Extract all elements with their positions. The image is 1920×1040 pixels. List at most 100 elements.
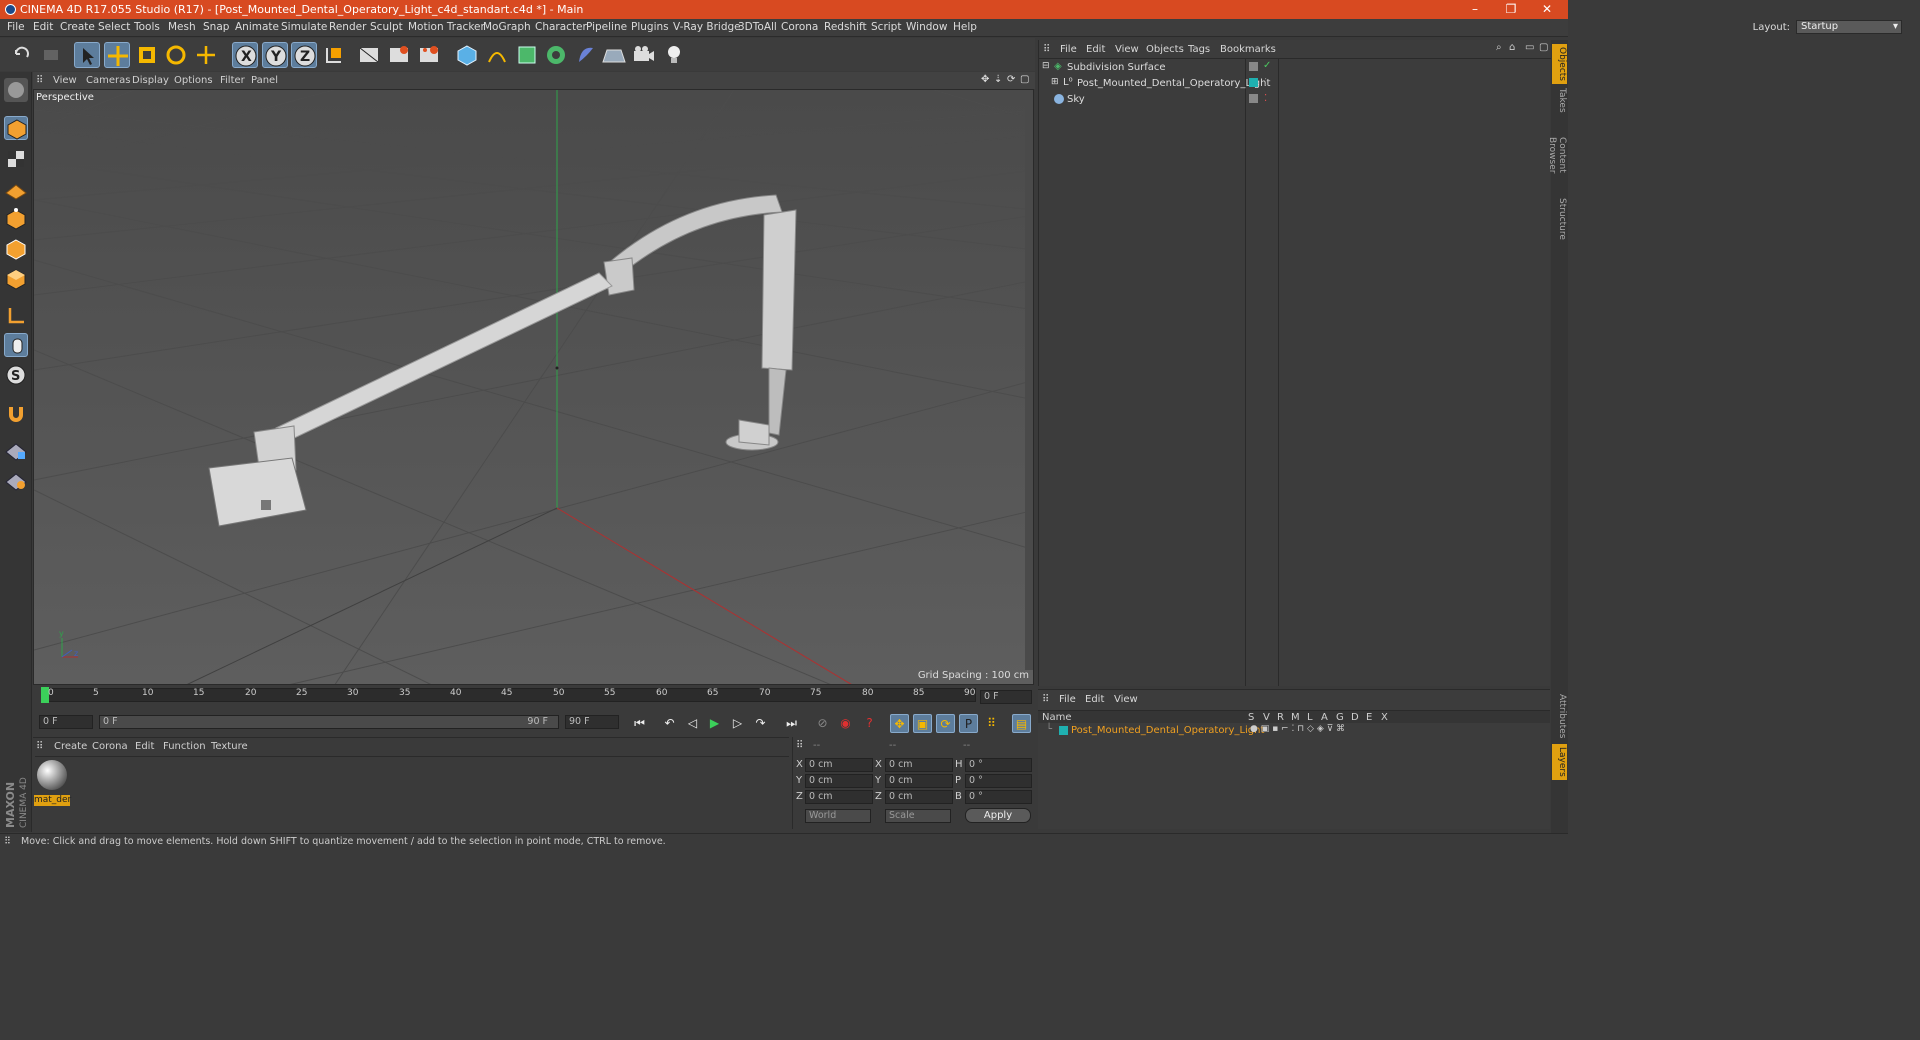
previous-frame-icon[interactable]: ◁ — [683, 714, 702, 733]
key-scale-icon[interactable]: ▣ — [913, 714, 932, 733]
render-settings-icon[interactable] — [416, 42, 442, 68]
light-icon[interactable] — [661, 42, 687, 68]
menu-character[interactable]: Character — [535, 21, 587, 33]
rotation-b-field[interactable]: 0 ° — [965, 790, 1032, 804]
key-parameter-icon[interactable]: P — [959, 714, 978, 733]
viewport-perspective[interactable]: yz Perspective Grid Spacing : 100 cm — [33, 89, 1034, 685]
material-swatch[interactable]: mat_der — [34, 758, 71, 806]
menu-tools[interactable]: Tools — [134, 21, 160, 33]
rotation-h-field[interactable]: 0 ° — [965, 758, 1032, 772]
column-header[interactable]: S — [1248, 712, 1254, 723]
rotate-icon[interactable] — [163, 42, 189, 68]
transform-icon[interactable] — [193, 42, 219, 68]
selection-arrow-icon[interactable] — [74, 42, 100, 68]
visibility-dots-icon[interactable]: ⁚ — [1264, 93, 1267, 104]
menu-vray-bridge[interactable]: V-Ray Bridge — [673, 21, 741, 33]
tab-content-browser[interactable]: Content Browser — [1547, 118, 1567, 192]
menu-select[interactable]: Select — [98, 21, 130, 33]
layer-menu-edit[interactable]: Edit — [1085, 694, 1104, 705]
scale-icon[interactable] — [134, 42, 160, 68]
tab-takes[interactable]: Takes — [1552, 86, 1567, 114]
collapse-icon[interactable]: ⊟ — [1042, 61, 1050, 71]
column-header[interactable]: E — [1366, 712, 1372, 723]
tweak-icon[interactable] — [4, 333, 28, 357]
coordinate-mode-select[interactable]: World — [805, 809, 871, 823]
home-icon[interactable]: ⌂ — [1509, 42, 1515, 53]
undo-icon[interactable] — [8, 42, 34, 68]
column-header[interactable]: G — [1336, 712, 1344, 723]
apply-button[interactable]: Apply — [965, 808, 1031, 823]
viewport-rotate-icon[interactable]: ⟳ — [1007, 74, 1015, 85]
menu-file[interactable]: File — [7, 21, 25, 33]
axis-icon[interactable] — [4, 304, 28, 328]
previous-key-icon[interactable]: ↶ — [660, 714, 679, 733]
menu-sculpt[interactable]: Sculpt — [370, 21, 403, 33]
vp-menu-cameras[interactable]: Cameras — [86, 75, 130, 86]
layer-menu-file[interactable]: File — [1059, 694, 1076, 705]
tab-structure[interactable]: Structure — [1552, 196, 1567, 242]
timeline-ruler[interactable]: 0 5 10 15 20 25 30 35 40 45 50 55 60 65 … — [33, 686, 1035, 712]
array-icon[interactable] — [543, 42, 569, 68]
column-header[interactable]: D — [1351, 712, 1359, 723]
menu-mograph[interactable]: MoGraph — [483, 21, 531, 33]
model-mode-icon[interactable] — [4, 116, 28, 140]
mat-menu-corona[interactable]: Corona — [92, 741, 128, 752]
menu-pipeline[interactable]: Pipeline — [586, 21, 627, 33]
obj-menu-tags[interactable]: Tags — [1188, 44, 1210, 55]
z-axis-icon[interactable]: Z — [291, 42, 317, 68]
enabled-check-icon[interactable]: ✓ — [1263, 60, 1271, 71]
layout-select[interactable]: Startup ▾ — [1796, 20, 1902, 34]
mat-menu-create[interactable]: Create — [54, 741, 87, 752]
minimize-icon[interactable]: – — [1458, 0, 1492, 19]
layer-tag-icon[interactable] — [1249, 94, 1258, 103]
go-to-start-icon[interactable]: ⏮ — [630, 714, 649, 733]
record-keys-icon[interactable]: ⊘ — [813, 714, 832, 733]
vp-menu-view[interactable]: View — [53, 75, 77, 86]
menu-script[interactable]: Script — [871, 21, 901, 33]
polygons-mode-icon[interactable] — [4, 267, 28, 291]
position-z-field[interactable]: 0 cm — [805, 790, 873, 804]
size-z-field[interactable]: 0 cm — [885, 790, 953, 804]
object-row-sky[interactable]: Sky ⁚ — [1039, 92, 1551, 108]
menu-mesh[interactable]: Mesh — [168, 21, 196, 33]
mat-menu-edit[interactable]: Edit — [135, 741, 154, 752]
y-axis-icon[interactable]: Y — [262, 42, 288, 68]
close-icon[interactable]: ✕ — [1530, 0, 1564, 19]
viewport-zoom-icon[interactable]: ⇣ — [994, 74, 1002, 85]
column-header[interactable]: X — [1381, 712, 1388, 723]
pen-spline-icon[interactable] — [484, 42, 510, 68]
position-x-field[interactable]: 0 cm — [805, 758, 873, 772]
restore-icon[interactable]: ❐ — [1494, 0, 1528, 19]
end-frame-field[interactable]: 90 F — [565, 715, 619, 729]
x-axis-icon[interactable]: X — [232, 42, 258, 68]
layer-row[interactable]: └ Post_Mounted_Dental_Operatory_Light ● … — [1038, 723, 1550, 739]
frame-range-slider[interactable]: 0 F 90 F — [99, 715, 559, 729]
play-icon[interactable]: ▶ — [705, 714, 724, 733]
column-header[interactable]: L — [1307, 712, 1313, 723]
obj-menu-objects[interactable]: Objects — [1146, 44, 1184, 55]
menu-plugins[interactable]: Plugins — [631, 21, 669, 33]
texture-mode-icon[interactable] — [4, 147, 28, 171]
menu-render[interactable]: Render — [329, 21, 366, 33]
go-to-end-icon[interactable]: ⏭ — [782, 714, 801, 733]
search-icon[interactable]: ⌕ — [1496, 42, 1502, 53]
size-x-field[interactable]: 0 cm — [885, 758, 953, 772]
menu-create[interactable]: Create — [60, 21, 95, 33]
position-y-field[interactable]: 0 cm — [805, 774, 873, 788]
object-row-subdivision-surface[interactable]: ⊟ ◈ Subdivision Surface ✓ — [1039, 60, 1551, 76]
floor-icon[interactable] — [601, 42, 627, 68]
vp-menu-options[interactable]: Options — [174, 75, 213, 86]
menu-motion-tracker[interactable]: Motion Tracker — [408, 21, 485, 33]
key-pla-icon[interactable]: ⠿ — [982, 714, 1001, 733]
tab-objects[interactable]: Objects — [1552, 44, 1567, 84]
camera-icon[interactable] — [631, 42, 657, 68]
timeline-window-icon[interactable]: ▤ — [1012, 714, 1031, 733]
visibility-dots-icon[interactable]: ⁚ — [1264, 77, 1267, 88]
menu-snap[interactable]: Snap — [203, 21, 229, 33]
cube-icon[interactable] — [454, 42, 480, 68]
layer-color-icon[interactable] — [1249, 78, 1258, 87]
start-frame-field[interactable]: 0 F — [39, 715, 93, 729]
vp-menu-display[interactable]: Display — [132, 75, 169, 86]
redo-icon[interactable] — [38, 42, 64, 68]
autokey-icon[interactable]: ◉ — [836, 714, 855, 733]
